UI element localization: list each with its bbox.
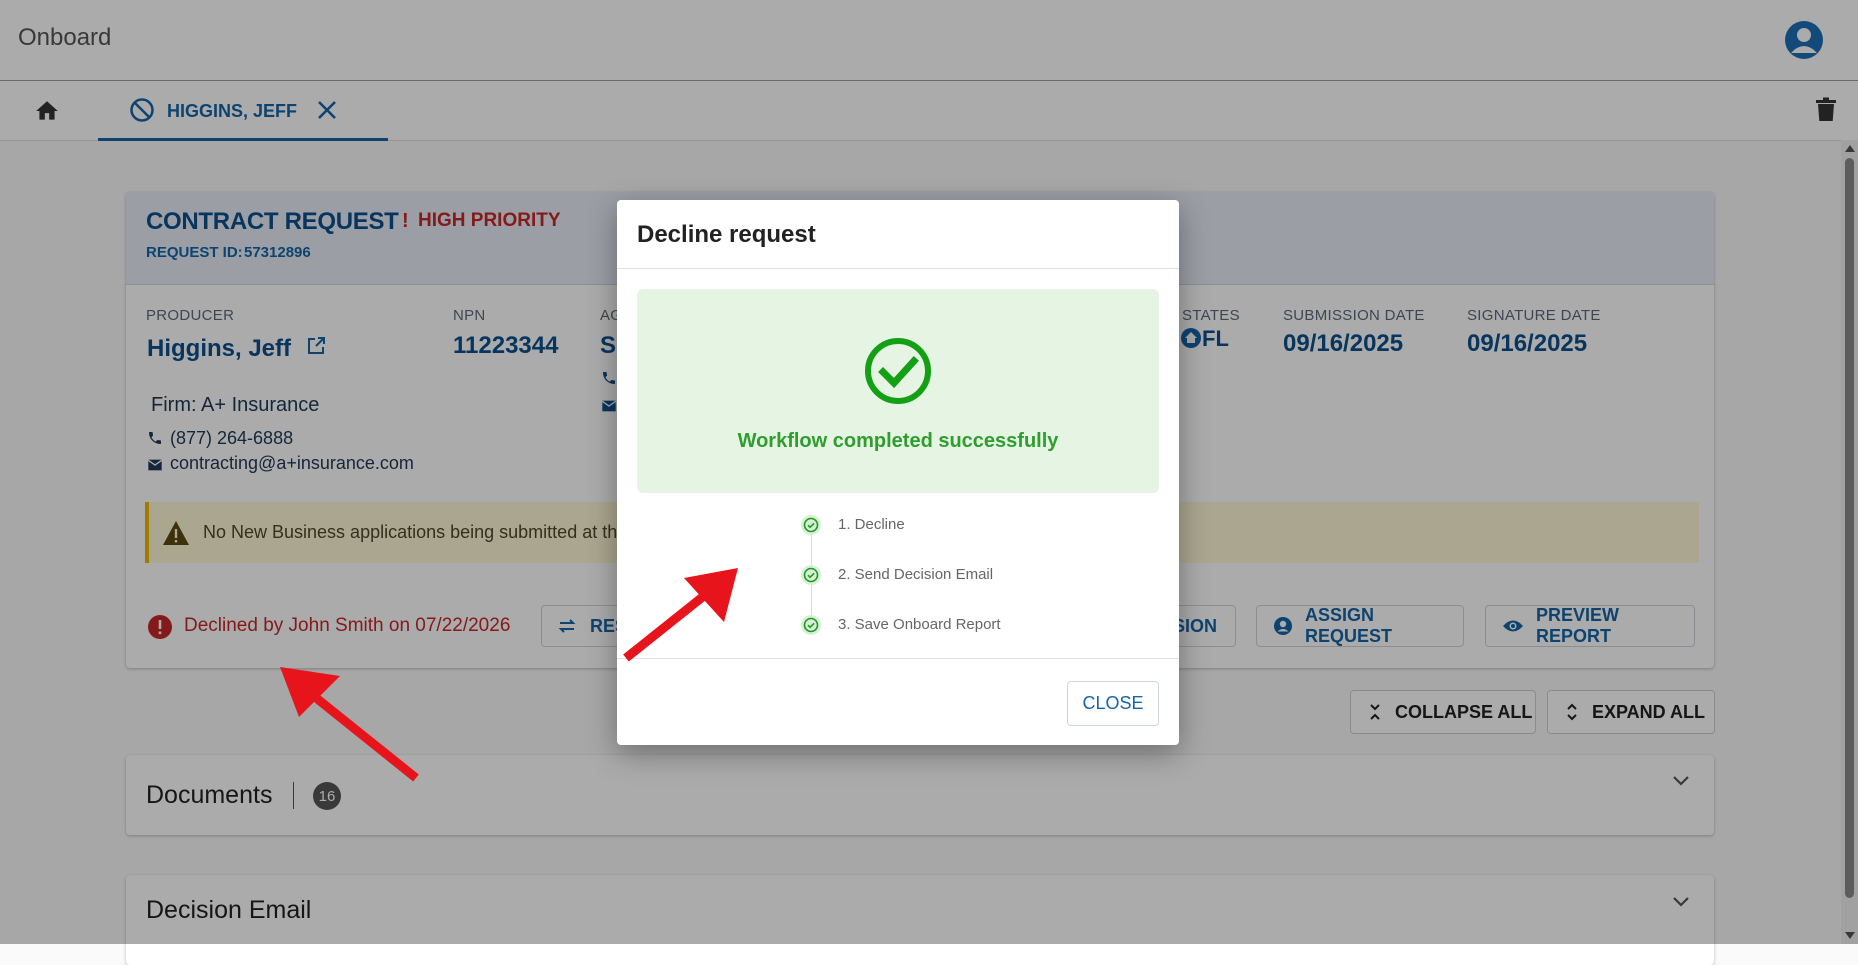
annotation-arrow-icon [280, 667, 419, 782]
annotation-arrow-icon [623, 568, 738, 662]
annotation-arrows [280, 568, 738, 782]
